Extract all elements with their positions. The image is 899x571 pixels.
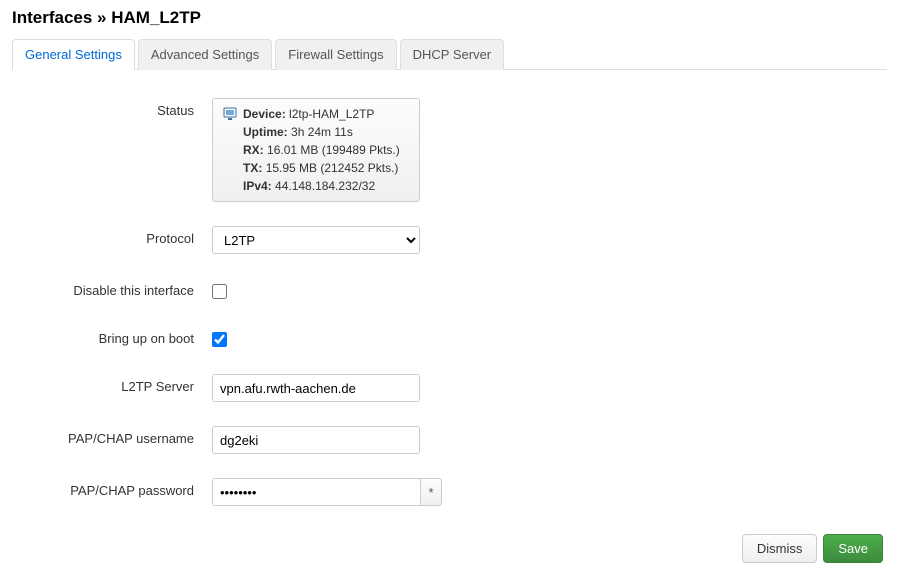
server-label: L2TP Server [12, 374, 212, 394]
server-input[interactable] [212, 374, 420, 402]
password-reveal-button[interactable]: * [420, 478, 442, 506]
status-tx-value: 15.95 MB (212452 Pkts.) [266, 161, 399, 175]
status-label: Status [12, 98, 212, 118]
status-tx-label: TX: [243, 161, 262, 175]
disable-label: Disable this interface [12, 278, 212, 298]
username-label: PAP/CHAP username [12, 426, 212, 446]
tab-general-settings[interactable]: General Settings [12, 39, 135, 70]
status-text: Device: l2tp-HAM_L2TP Uptime: 3h 24m 11s… [243, 105, 409, 195]
status-ipv4-label: IPv4: [243, 179, 272, 193]
status-uptime-value: 3h 24m 11s [291, 125, 353, 139]
tabs: General Settings Advanced Settings Firew… [12, 38, 887, 70]
tab-advanced-settings[interactable]: Advanced Settings [138, 39, 272, 70]
dismiss-button[interactable]: Dismiss [742, 534, 818, 563]
page-title: Interfaces » HAM_L2TP [12, 8, 887, 28]
username-input[interactable] [212, 426, 420, 454]
protocol-select[interactable]: L2TP [212, 226, 420, 254]
breadcrumb-current: HAM_L2TP [111, 8, 201, 27]
disable-checkbox[interactable] [212, 284, 227, 299]
status-uptime-label: Uptime: [243, 125, 288, 139]
status-box: Device: l2tp-HAM_L2TP Uptime: 3h 24m 11s… [212, 98, 420, 202]
tab-dhcp-server[interactable]: DHCP Server [400, 39, 505, 70]
breadcrumb-prefix: Interfaces » [12, 8, 111, 27]
status-device-value: l2tp-HAM_L2TP [289, 107, 374, 121]
tab-firewall-settings[interactable]: Firewall Settings [275, 39, 396, 70]
password-label: PAP/CHAP password [12, 478, 212, 498]
password-input[interactable] [212, 478, 420, 506]
protocol-label: Protocol [12, 226, 212, 246]
status-rx-label: RX: [243, 143, 264, 157]
bringup-checkbox[interactable] [212, 332, 227, 347]
status-device-label: Device: [243, 107, 286, 121]
save-button[interactable]: Save [823, 534, 883, 563]
status-rx-value: 16.01 MB (199489 Pkts.) [267, 143, 400, 157]
bringup-label: Bring up on boot [12, 326, 212, 346]
network-device-icon [223, 107, 237, 126]
status-ipv4-value: 44.148.184.232/32 [275, 179, 375, 193]
